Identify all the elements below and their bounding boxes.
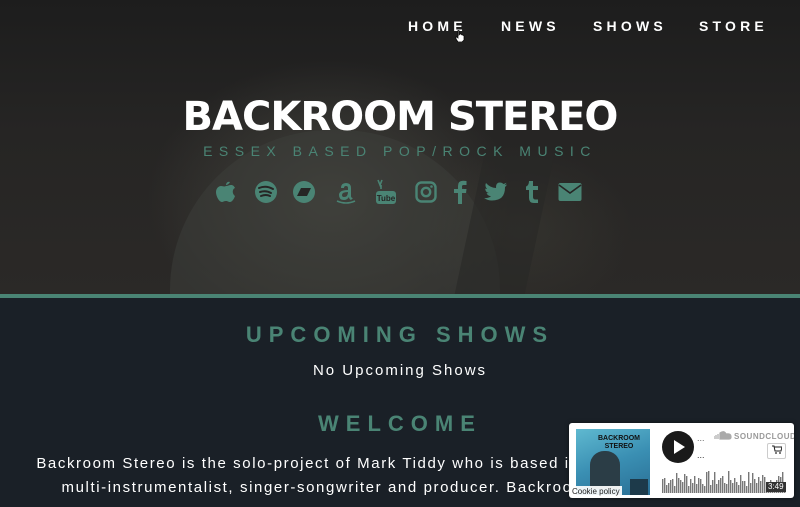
waveform-bar bbox=[730, 480, 732, 493]
apple-music-icon[interactable] bbox=[212, 178, 240, 206]
waveform-bar bbox=[720, 478, 722, 493]
waveform-bar bbox=[714, 472, 716, 493]
waveform-bar bbox=[668, 483, 670, 493]
waveform-bar bbox=[700, 479, 702, 493]
waveform-bar bbox=[684, 474, 686, 493]
waveform-bar bbox=[686, 476, 688, 493]
waveform-bar bbox=[744, 481, 746, 493]
waveform-bar bbox=[692, 483, 694, 493]
soundcloud-logo-icon[interactable] bbox=[714, 431, 732, 440]
waveform-bar bbox=[722, 476, 724, 493]
artwork-inset bbox=[630, 479, 648, 495]
twitter-icon[interactable] bbox=[482, 178, 510, 206]
facebook-icon[interactable] bbox=[446, 178, 474, 206]
waveform-bar bbox=[666, 485, 668, 493]
waveform-bar bbox=[732, 483, 734, 493]
section-divider bbox=[0, 294, 800, 298]
waveform-bar bbox=[706, 472, 708, 493]
waveform-bar bbox=[662, 479, 664, 493]
waveform-bar bbox=[682, 482, 684, 493]
soundcloud-brand[interactable]: SOUNDCLOUD bbox=[734, 432, 794, 441]
cart-icon bbox=[771, 445, 783, 454]
nav-news[interactable]: NEWS bbox=[501, 18, 560, 34]
waveform-bar bbox=[718, 480, 720, 493]
waveform-bar bbox=[664, 478, 666, 493]
nav-store[interactable]: STORE bbox=[699, 18, 768, 34]
waveform-bar bbox=[696, 484, 698, 493]
waveform-bar bbox=[746, 486, 748, 493]
site-title: BACKROOM STEREO bbox=[182, 94, 619, 140]
waveform-bar bbox=[748, 472, 750, 493]
upcoming-shows-heading: UPCOMING SHOWS bbox=[245, 322, 555, 347]
track-artist[interactable]: ... bbox=[697, 433, 705, 443]
spotify-icon[interactable] bbox=[252, 178, 280, 206]
waveform-bar bbox=[758, 477, 760, 493]
track-duration: 3:49 bbox=[766, 482, 786, 492]
soundcloud-player[interactable]: BACKROOM STEREO Cookie policy ... ... SO… bbox=[569, 423, 794, 498]
waveform-bar bbox=[716, 484, 718, 493]
waveform-bar bbox=[698, 478, 700, 493]
hero-guitar-silhouette bbox=[454, 150, 556, 294]
waveform-bar bbox=[680, 480, 682, 493]
tumblr-icon[interactable] bbox=[518, 178, 546, 206]
waveform-bar bbox=[694, 476, 696, 493]
waveform-bar bbox=[752, 473, 754, 493]
waveform-bar bbox=[710, 485, 712, 493]
buy-cart-button[interactable] bbox=[767, 443, 786, 459]
artwork-figure bbox=[590, 451, 620, 489]
waveform-bar bbox=[690, 479, 692, 493]
track-title[interactable]: ... bbox=[697, 450, 705, 460]
waveform-bar bbox=[672, 479, 674, 493]
waveform-bar bbox=[736, 482, 738, 493]
waveform-bar bbox=[670, 480, 672, 493]
no-shows-text: No Upcoming Shows bbox=[312, 362, 488, 379]
waveform-bar bbox=[726, 484, 728, 493]
svg-text:Tube: Tube bbox=[377, 194, 396, 203]
waveform-bar bbox=[750, 483, 752, 493]
waveform-bar bbox=[734, 478, 736, 493]
instagram-icon[interactable] bbox=[412, 178, 440, 206]
artwork-title: BACKROOM STEREO bbox=[598, 435, 640, 450]
site-tagline: ESSEX BASED POP/ROCK MUSIC bbox=[203, 143, 597, 159]
waveform-bar bbox=[740, 475, 742, 493]
waveform-bar bbox=[708, 471, 710, 493]
waveform-bar bbox=[676, 473, 678, 493]
bandcamp-icon[interactable] bbox=[290, 178, 318, 206]
waveform-bar bbox=[738, 485, 740, 493]
cookie-policy-link[interactable]: Cookie policy bbox=[570, 486, 622, 497]
waveform-bar bbox=[704, 486, 706, 493]
waveform-bar bbox=[688, 486, 690, 493]
waveform-bar bbox=[674, 486, 676, 493]
play-button[interactable] bbox=[662, 431, 694, 463]
waveform-bar bbox=[712, 480, 714, 493]
waveform-bar bbox=[760, 481, 762, 493]
waveform-bar bbox=[728, 471, 730, 493]
email-icon[interactable] bbox=[556, 178, 584, 206]
waveform-bar bbox=[756, 483, 758, 493]
amazon-icon[interactable] bbox=[332, 178, 360, 206]
waveform-bar bbox=[762, 475, 764, 493]
waveform-bar bbox=[754, 479, 756, 493]
nav-shows[interactable]: SHOWS bbox=[593, 18, 667, 34]
waveform-bar bbox=[742, 481, 744, 493]
hand-cursor-icon bbox=[455, 30, 465, 42]
youtube-icon[interactable]: Tube bbox=[372, 178, 400, 206]
waveform-bar bbox=[702, 484, 704, 493]
waveform-bar bbox=[724, 483, 726, 493]
waveform-bar bbox=[678, 478, 680, 493]
